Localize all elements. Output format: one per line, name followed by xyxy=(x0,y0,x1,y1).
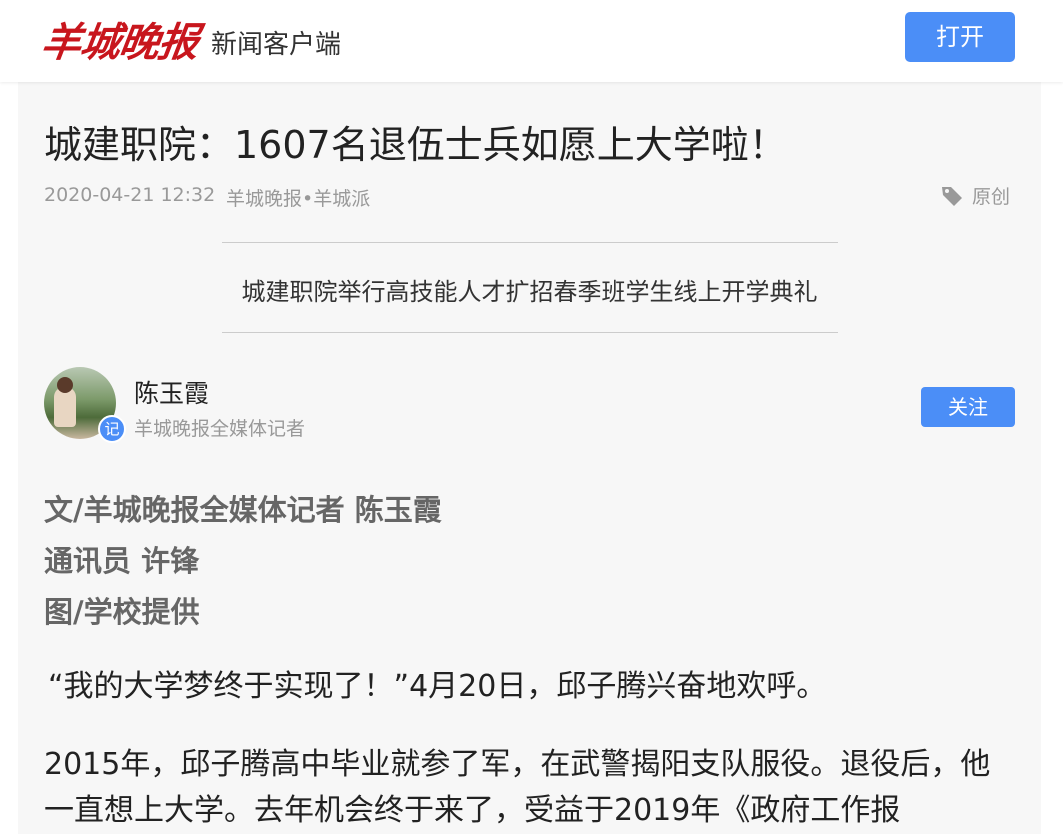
author-role: 羊城晚报全媒体记者 xyxy=(134,418,306,440)
article-title: 城建职院：1607名退伍士兵如愿上大学啦！ xyxy=(44,123,787,167)
avatar-figure xyxy=(54,387,76,427)
brand-logo: 羊城晚报 xyxy=(38,19,201,66)
app-header: 羊城晚报 新闻客户端 打开 xyxy=(0,0,1063,82)
caption-divider-bottom xyxy=(222,332,838,333)
open-app-button[interactable]: 打开 xyxy=(905,12,1015,62)
image-caption: 城建职院举行高技能人才扩招春季班学生线上开学典礼 xyxy=(241,278,818,306)
byline-writer: 文/羊城晚报全媒体记者 陈玉霞 xyxy=(44,493,442,527)
article-container: 城建职院：1607名退伍士兵如愿上大学啦！ 2020-04-21 12:32 羊… xyxy=(18,82,1041,834)
author-name[interactable]: 陈玉霞 xyxy=(134,374,209,410)
article-paragraph: “我的大学梦终于实现了！”4月20日，邱子腾兴奋地欢呼。 xyxy=(48,669,827,704)
tag-icon xyxy=(942,186,962,206)
original-tag: 原创 xyxy=(940,182,1010,209)
follow-button[interactable]: 关注 xyxy=(921,387,1015,427)
reporter-badge-icon: 记 xyxy=(98,415,126,443)
avatar-head xyxy=(57,377,73,393)
app-name-label: 新闻客户端 xyxy=(211,30,342,60)
original-label: 原创 xyxy=(972,186,1011,208)
byline-correspondent: 通讯员 许锋 xyxy=(44,544,200,578)
publish-time: 2020-04-21 12:32 xyxy=(44,184,216,206)
byline-photo: 图/学校提供 xyxy=(44,595,200,629)
caption-divider-top xyxy=(222,242,838,243)
article-paragraph: 2015年，邱子腾高中毕业就参了军，在武警揭阳支队服役。退役后，他一直想上大学。… xyxy=(44,747,991,828)
article-source: 羊城晚报•羊城派 xyxy=(226,188,371,210)
